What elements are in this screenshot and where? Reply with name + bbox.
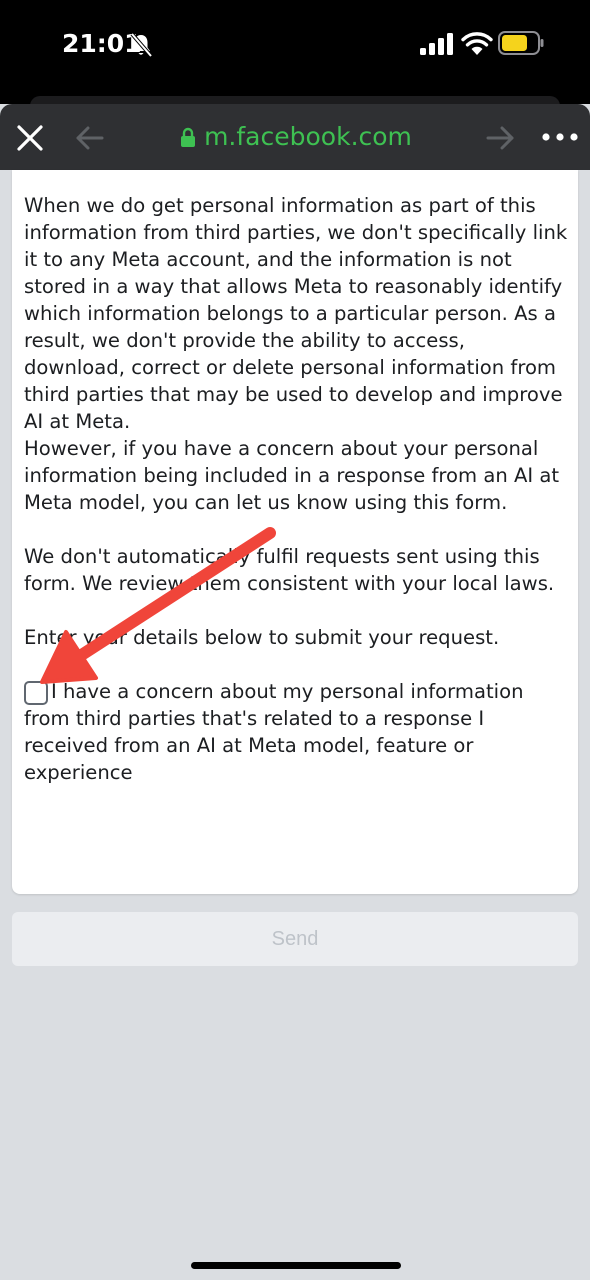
lock-icon (181, 127, 196, 147)
signal-icon (420, 33, 453, 55)
more-icon[interactable] (540, 130, 580, 144)
forward-icon[interactable] (484, 124, 516, 152)
browser-toolbar: m.facebook.com (0, 104, 590, 170)
url-text: m.facebook.com (204, 122, 412, 151)
back-icon[interactable] (74, 124, 106, 152)
url-bar[interactable]: m.facebook.com (176, 120, 416, 154)
form-card: When we do get personal information as p… (12, 170, 578, 894)
wifi-icon (461, 32, 493, 55)
status-bar: 21:01 (0, 0, 590, 104)
consent-checkbox[interactable] (24, 681, 48, 705)
close-icon[interactable] (14, 122, 46, 154)
info-paragraph-concern: However, if you have a concern about you… (24, 437, 560, 514)
info-paragraph-instructions: Enter your details below to submit your … (24, 626, 500, 649)
consent-option[interactable]: I have a concern about my personal infor… (24, 678, 572, 786)
battery-icon (498, 31, 544, 55)
info-paragraph-review: We don't automatically fulfil requests s… (24, 545, 555, 595)
bell-slash-icon (130, 32, 153, 58)
info-paragraph-third-parties: When we do get personal information as p… (24, 194, 568, 433)
send-button[interactable]: Send (12, 912, 578, 966)
consent-label[interactable]: I have a concern about my personal infor… (24, 678, 572, 786)
home-indicator (191, 1262, 401, 1269)
